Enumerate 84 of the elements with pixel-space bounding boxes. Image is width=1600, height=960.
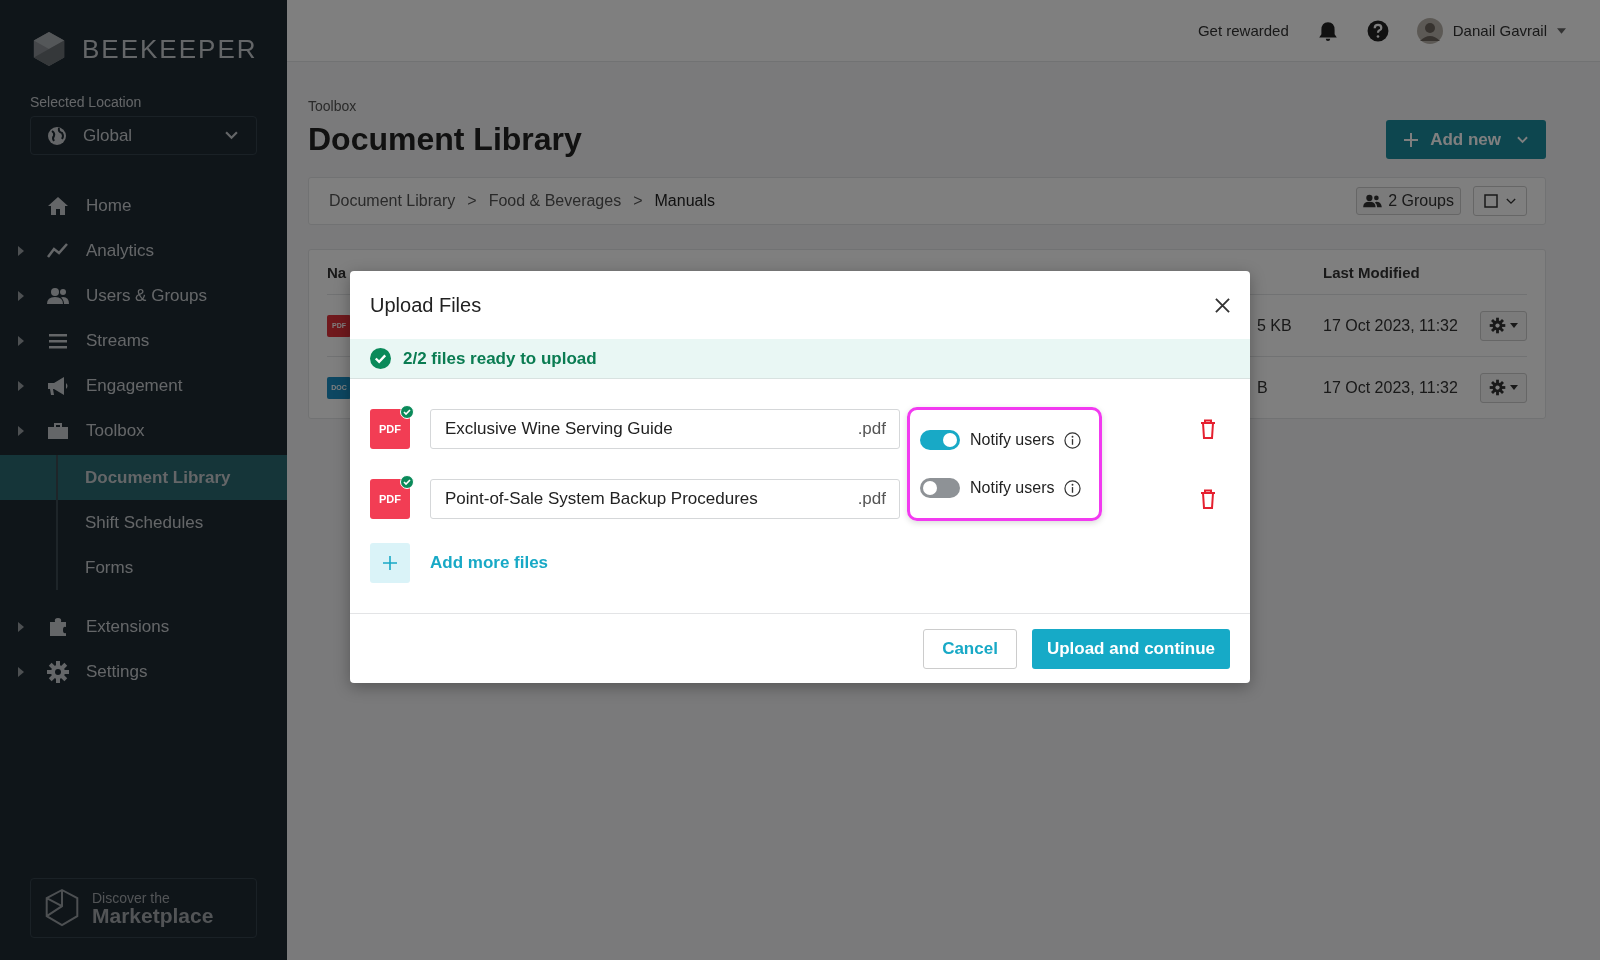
caret-down-icon [1510, 385, 1518, 390]
check-circle-icon [370, 348, 391, 369]
sub-nav-item[interactable]: Shift Schedules [0, 500, 287, 545]
plus-icon [1404, 132, 1419, 147]
avatar-icon[interactable] [1416, 17, 1443, 44]
column-header: Last Modified [1323, 263, 1421, 281]
add-new-button[interactable]: Add new [1386, 120, 1546, 159]
breadcrumb-separator: > [633, 192, 643, 210]
caret-down-icon [1557, 27, 1566, 34]
add-more-files-link[interactable]: Add more files [430, 553, 549, 573]
sub-nav-item[interactable]: Forms [0, 545, 287, 590]
table-cell-text: 17 Oct 2023, 11:32 [1323, 378, 1459, 397]
check-badge-icon [400, 405, 414, 419]
marketplace-tagline: Discover the [92, 890, 171, 905]
table-cell-text: B [1257, 378, 1269, 397]
pdf-file-icon: PDF [370, 409, 410, 449]
cube-icon [44, 887, 80, 929]
nav-item[interactable]: Users & Groups [0, 273, 287, 318]
users-icon [1363, 194, 1383, 208]
caret-right-icon [18, 245, 24, 256]
nav-item[interactable]: Extensions [0, 604, 287, 649]
nav-icon [46, 659, 70, 684]
location-value: Global [83, 125, 134, 146]
page-title: Document Library [308, 121, 582, 158]
column-header: Na [327, 263, 348, 281]
gear-icon [1489, 379, 1506, 396]
nav-item[interactable]: Engagement [0, 363, 287, 408]
close-icon[interactable] [1215, 297, 1230, 313]
chevron-down-icon [1506, 197, 1516, 205]
view-toggle-button[interactable] [1473, 186, 1527, 216]
nav-item[interactable]: Analytics [0, 228, 287, 273]
nav-item[interactable]: Streams [0, 318, 287, 363]
breadcrumb-link[interactable]: Manuals [654, 192, 715, 210]
row-settings-button[interactable] [1480, 372, 1527, 403]
nav-item[interactable]: Toolbox [0, 408, 287, 453]
dialog-title: Upload Files [370, 293, 482, 317]
rewards-link[interactable]: Get rewarded [1197, 22, 1289, 39]
upload-button[interactable]: Upload and continue [1031, 628, 1230, 669]
breadcrumb-link[interactable]: Food & Beverages [488, 192, 622, 210]
notify-toggle[interactable] [920, 478, 960, 498]
notify-label: Notify users [970, 431, 1055, 449]
help-icon[interactable] [1366, 19, 1389, 42]
globe-icon [47, 125, 67, 146]
gear-icon [1489, 317, 1506, 334]
table-cell-text: 5 KB [1257, 316, 1293, 335]
location-dropdown[interactable]: Global [30, 116, 257, 155]
notify-label: Notify users [970, 479, 1055, 497]
chevron-down-icon [225, 131, 238, 140]
notify-toggle[interactable] [920, 430, 960, 450]
pdf-file-icon: PDF [370, 479, 410, 519]
breadcrumb-link[interactable]: Document Library [329, 192, 456, 210]
info-icon[interactable] [1064, 431, 1082, 449]
groups-button[interactable]: 2 Groups [1356, 187, 1461, 215]
caret-right-icon [18, 380, 24, 391]
section-label: Toolbox [308, 98, 358, 114]
caret-right-icon [18, 666, 24, 677]
location-label: Selected Location [30, 94, 143, 110]
caret-right-icon [18, 335, 24, 346]
trash-icon[interactable] [1200, 489, 1216, 509]
cancel-button[interactable]: Cancel [923, 628, 1017, 669]
table-cell-text: 17 Oct 2023, 11:32 [1323, 316, 1459, 335]
caret-right-icon [18, 621, 24, 632]
breadcrumb-separator: > [467, 192, 477, 210]
nav-item[interactable]: Settings [0, 649, 287, 694]
file-extension: .pdf [857, 419, 886, 439]
marketplace-banner[interactable]: Discover the Marketplace [30, 878, 257, 938]
nav-item[interactable]: Home [0, 183, 287, 228]
square-icon [1484, 194, 1498, 208]
info-icon[interactable] [1064, 479, 1082, 497]
check-badge-icon [400, 475, 414, 489]
caret-down-icon [1510, 323, 1518, 328]
row-settings-button[interactable] [1480, 310, 1527, 341]
plus-icon [383, 556, 397, 570]
bell-icon[interactable] [1316, 19, 1339, 42]
trash-icon[interactable] [1200, 419, 1216, 439]
file-extension: .pdf [857, 489, 886, 509]
user-name[interactable]: Danail Gavrail [1452, 22, 1547, 39]
chevron-down-icon [1517, 135, 1528, 144]
caret-right-icon [18, 290, 24, 301]
marketplace-title: Marketplace [92, 904, 214, 926]
status-message: 2/2 files ready to upload [403, 348, 597, 369]
caret-right-icon [18, 425, 24, 436]
brand-name: BEEKEEPER [82, 33, 258, 65]
sub-nav-item[interactable]: Document Library [0, 455, 287, 500]
